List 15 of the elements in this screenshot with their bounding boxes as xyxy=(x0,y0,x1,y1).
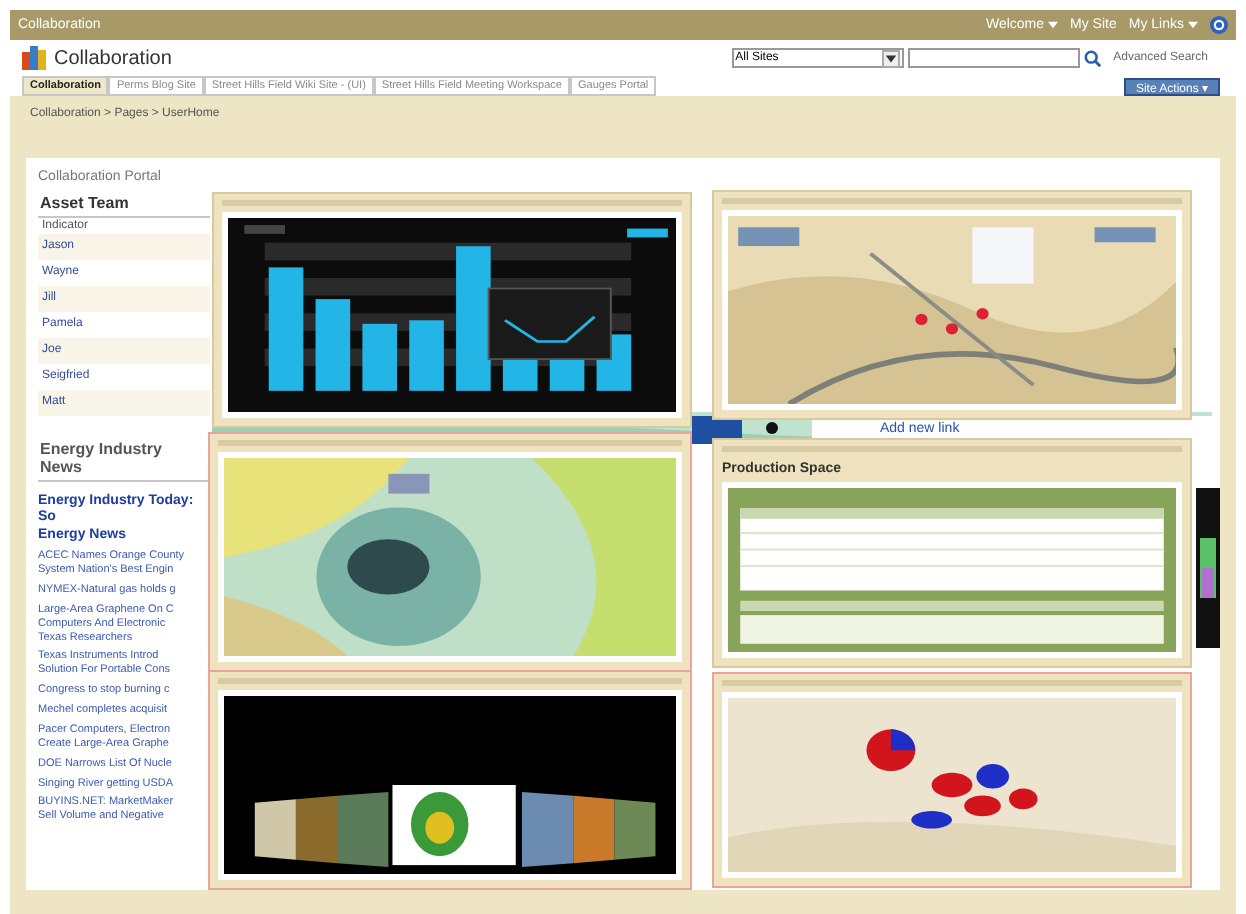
caret-icon xyxy=(1048,20,1059,30)
section-heading: Asset Team xyxy=(38,190,210,218)
help-icon[interactable] xyxy=(1210,16,1228,34)
site-title: Collaboration xyxy=(54,47,172,69)
chart-bar xyxy=(315,299,351,391)
caret-icon xyxy=(1188,20,1198,30)
search-icon[interactable] xyxy=(1083,49,1102,67)
inset-line-chart xyxy=(487,287,612,361)
dropdown-icon xyxy=(881,49,900,67)
chart-bar xyxy=(362,323,397,391)
chart-bar xyxy=(268,267,304,391)
chart-bar xyxy=(409,320,444,391)
legend-swatch xyxy=(627,228,668,238)
logo-icon xyxy=(22,46,46,70)
search-field[interactable] xyxy=(907,48,1080,68)
